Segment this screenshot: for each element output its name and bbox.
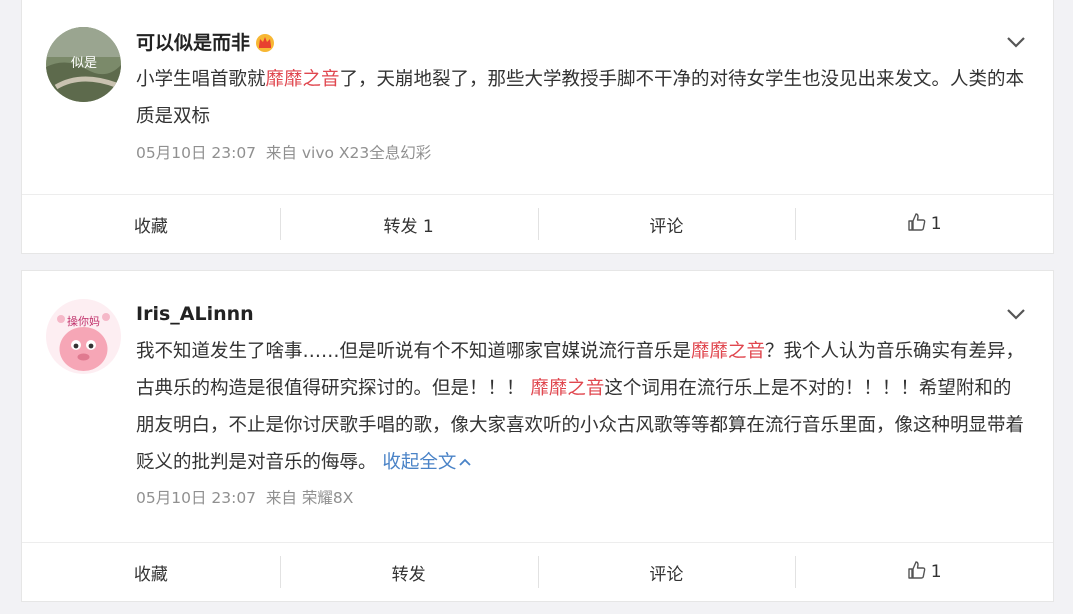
collect-button[interactable]: 收藏 [22,195,280,253]
comment-button[interactable]: 评论 [537,543,796,601]
chevron-up-icon [459,458,472,466]
post-meta: 05月10日 23:07 来自 荣耀8X [136,486,353,508]
source: 来自 荣耀8X [265,489,354,507]
post-meta: 05月10日 23:07 来自 vivo X23全息幻彩 [136,141,431,163]
action-bar: 收藏 转发 评论 1 [22,542,1053,601]
avatar[interactable]: 操你妈 [46,299,121,374]
avatar-lettering: 操你妈 [67,314,100,328]
collapse-link[interactable]: 收起全文 [382,452,472,473]
avatar[interactable]: 似是 [46,27,121,102]
like-button[interactable]: 1 [795,195,1053,253]
collect-button[interactable]: 收藏 [22,543,280,601]
chevron-down-icon[interactable] [1005,303,1027,325]
comment-card: 操你妈 Iris_ALinnn 我不知道发生了啥事……但是听说有个不知道哪家官媒… [21,270,1054,602]
comment-text: 小学生唱首歌就靡靡之音了，天崩地裂了，那些大学教授手脚不干净的对待女学生也没见出… [136,69,1025,127]
comment-button[interactable]: 评论 [537,195,796,253]
thumbs-up-icon [907,212,927,237]
repost-button[interactable]: 转发 [279,543,538,601]
thumbs-up-icon [907,560,927,585]
keyword-link[interactable]: 靡靡之音 [691,341,765,362]
timestamp[interactable]: 05月10日 23:07 [136,489,256,507]
username[interactable]: Iris_ALinnn [136,303,254,325]
comment-text: 我不知道发生了啥事……但是听说有个不知道哪家官媒说流行音乐是靡靡之音？我个人认为… [136,341,1025,473]
source: 来自 vivo X23全息幻彩 [265,144,432,162]
action-bar: 收藏 转发 1 评论 1 [22,194,1053,253]
svg-text:似是: 似是 [71,56,97,71]
repost-button[interactable]: 转发 1 [279,195,538,253]
keyword-link[interactable]: 靡靡之音 [266,69,340,90]
like-button[interactable]: 1 [795,543,1053,601]
username[interactable]: 可以似是而非 [136,28,276,57]
chevron-down-icon[interactable] [1005,31,1027,53]
timestamp[interactable]: 05月10日 23:07 [136,144,256,162]
comment-card: 似是 可以似是而非 小学生唱首歌就靡靡之音了，天崩地裂了，那些大学教授手脚不干净… [21,0,1054,254]
crown-icon [254,32,276,57]
keyword-link[interactable]: 靡靡之音 [530,378,604,399]
